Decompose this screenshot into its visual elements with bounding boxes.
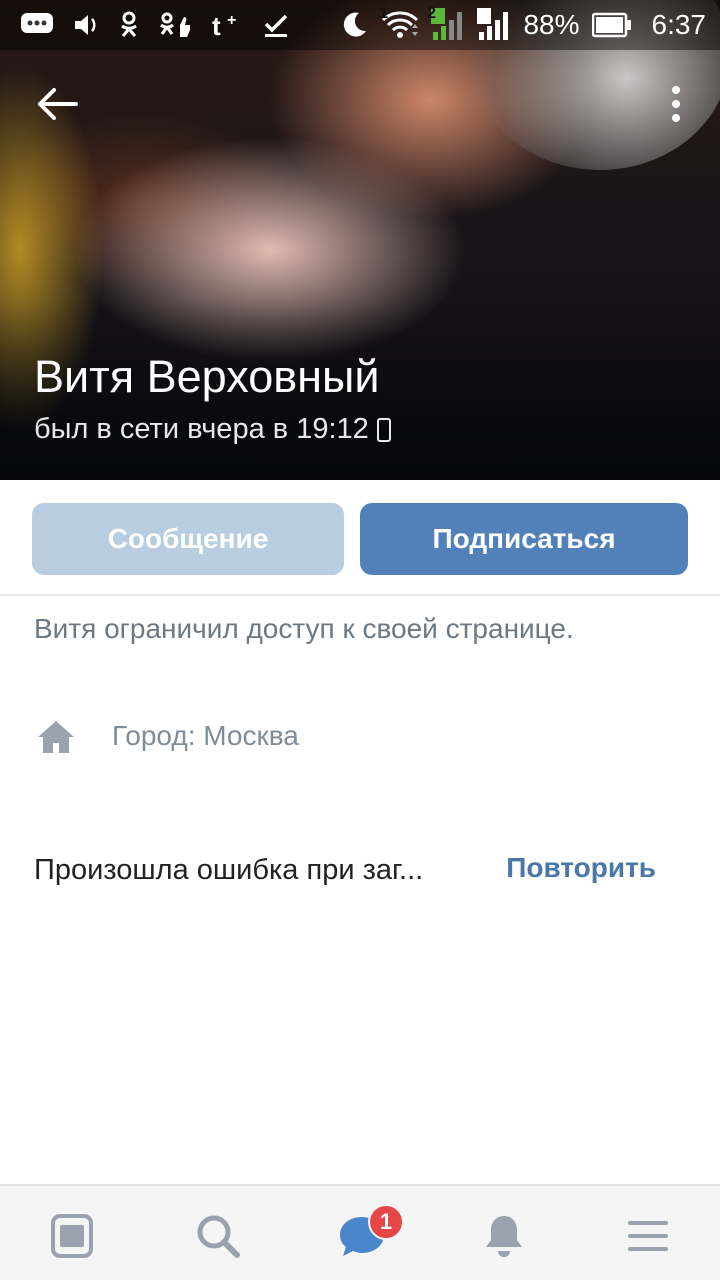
last-seen-text: был в сети вчера в 19:12 bbox=[34, 413, 369, 445]
nav-search-tab[interactable] bbox=[188, 1206, 248, 1266]
nav-notifications-tab[interactable] bbox=[474, 1206, 534, 1266]
download-done-icon bbox=[264, 14, 288, 37]
system-status-icons: 1 2 88% 6:37 bbox=[339, 5, 707, 42]
tumblr-icon: t + bbox=[212, 11, 236, 39]
more-options-icon[interactable] bbox=[662, 80, 690, 128]
nav-menu-tab[interactable] bbox=[618, 1206, 678, 1266]
bottom-navigation bbox=[0, 1184, 720, 1280]
clock: 6:37 bbox=[651, 9, 707, 40]
message-icon bbox=[21, 13, 53, 33]
city-text: Город: Москва bbox=[112, 720, 299, 751]
message-button[interactable]: Сообщение bbox=[32, 503, 344, 575]
city-info-row: Город: Москва bbox=[36, 712, 299, 762]
load-error-row: Произошла ошибка при заг... Повторить bbox=[34, 848, 690, 892]
notifications-icon bbox=[486, 1216, 522, 1257]
news-icon bbox=[51, 1214, 93, 1258]
volume-icon bbox=[75, 15, 96, 35]
svg-text:t: t bbox=[212, 11, 221, 39]
status-bar: t + 1 2 88% 6:37 bbox=[0, 0, 720, 50]
menu-icon bbox=[628, 1221, 668, 1251]
night-mode-icon bbox=[344, 12, 367, 37]
profile-cover: t + 1 2 88% 6:37 Витя Верховный был в сет… bbox=[0, 0, 720, 480]
error-message: Произошла ошибка при заг... bbox=[34, 854, 424, 886]
mobile-device-icon bbox=[376, 418, 391, 442]
messages-badge: 1 bbox=[368, 1204, 404, 1240]
search-icon bbox=[197, 1215, 240, 1258]
nav-news-tab[interactable] bbox=[42, 1206, 102, 1266]
odnoklassniki-icon bbox=[121, 11, 137, 37]
restricted-notice: Витя ограничил доступ к своей странице. bbox=[34, 613, 574, 644]
last-seen-status: был в сети вчера в 19:12 bbox=[34, 410, 391, 448]
ok-likes-icon bbox=[160, 12, 190, 37]
back-arrow-icon[interactable] bbox=[30, 80, 86, 128]
battery-icon bbox=[591, 12, 631, 38]
sim2-label: 2 bbox=[427, 5, 436, 22]
notification-icons: t + bbox=[20, 8, 290, 42]
subscribe-button[interactable]: Подписаться bbox=[360, 503, 688, 575]
retry-button[interactable]: Повторить bbox=[506, 848, 656, 888]
home-icon bbox=[38, 721, 74, 753]
svg-text:+: + bbox=[227, 12, 236, 29]
section-divider bbox=[0, 594, 720, 596]
signal-sim1-icon bbox=[431, 8, 463, 40]
battery-percent: 88% bbox=[523, 9, 580, 40]
profile-name: Витя Верховный bbox=[34, 351, 380, 402]
signal-sim2-icon bbox=[477, 8, 509, 40]
sim1-label: 1 bbox=[379, 5, 388, 22]
